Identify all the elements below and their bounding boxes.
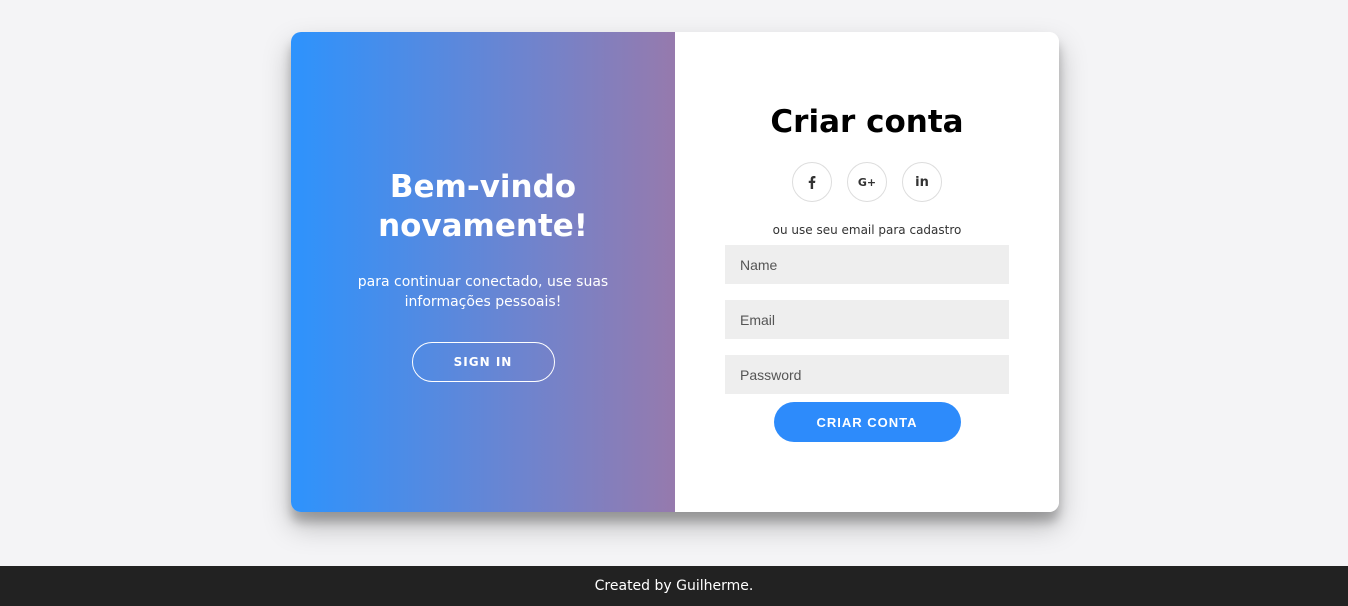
google-plus-icon: G+	[857, 175, 877, 189]
facebook-icon	[808, 175, 816, 189]
welcome-panel: Bem-vindo novamente! para continuar cone…	[291, 32, 675, 512]
form-title: Criar conta	[770, 104, 964, 140]
linkedin-icon: in	[915, 174, 929, 190]
name-input[interactable]	[725, 245, 1009, 284]
welcome-text: para continuar conectado, use suas infor…	[357, 274, 609, 310]
linkedin-button[interactable]: in	[902, 162, 942, 202]
password-input[interactable]	[725, 355, 1009, 394]
helper-text: ou use seu email para cadastro	[772, 223, 962, 237]
signup-form: Criar conta G+ in ou use seu email para …	[675, 32, 1059, 512]
email-input[interactable]	[725, 300, 1009, 339]
page: Bem-vindo novamente! para continuar cone…	[0, 0, 1348, 606]
welcome-title: Bem-vindo novamente!	[378, 162, 588, 246]
google-plus-button[interactable]: G+	[847, 162, 887, 202]
facebook-button[interactable]	[792, 162, 832, 202]
footer: Created by Guilherme.	[0, 566, 1348, 606]
auth-card: Bem-vindo novamente! para continuar cone…	[291, 32, 1059, 512]
welcome-title-line1: Bem-vindo	[389, 169, 577, 205]
social-buttons: G+ in	[792, 162, 942, 202]
footer-text: Created by Guilherme.	[594, 578, 754, 594]
create-account-button[interactable]: CRIAR CONTA	[773, 402, 961, 442]
welcome-title-line2: novamente!	[378, 208, 588, 244]
sign-in-button[interactable]: SIGN IN	[411, 342, 555, 382]
